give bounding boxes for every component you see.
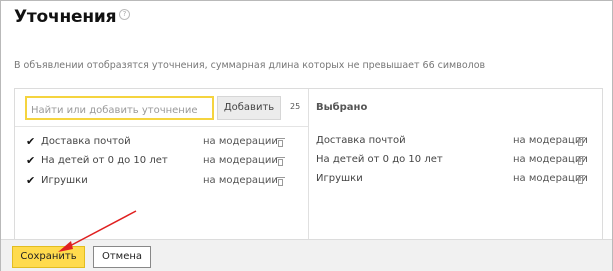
red-arrow-icon (58, 210, 137, 252)
